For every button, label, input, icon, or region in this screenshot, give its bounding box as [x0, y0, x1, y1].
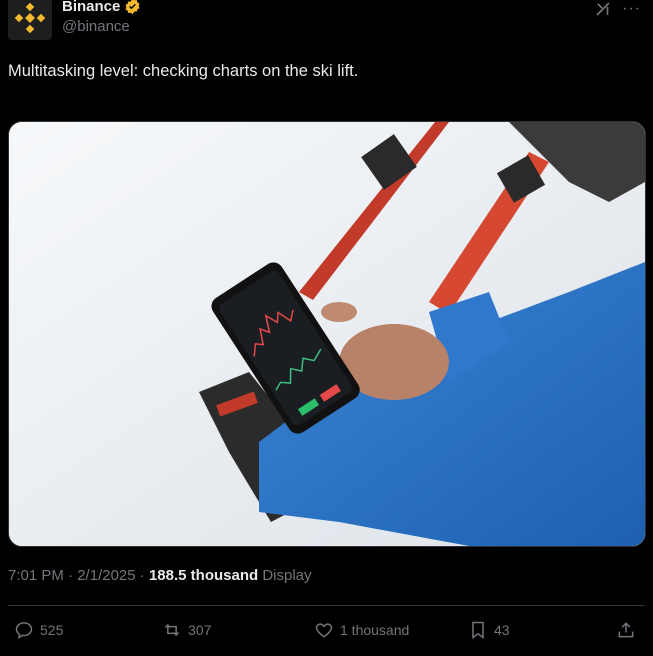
tweet-text: Multitasking level: checking charts on t…: [8, 62, 359, 80]
reply-button[interactable]: 525: [14, 620, 63, 640]
like-button[interactable]: 1 thousand: [314, 620, 409, 640]
divider: [8, 605, 645, 606]
tweet-meta: 7:01 PM · 2/1/2025 · 188.5 thousand Disp…: [8, 567, 312, 584]
meta-separator: ·: [63, 567, 78, 584]
header-icons: ···: [594, 0, 641, 18]
like-count: 1 thousand: [340, 622, 410, 638]
avatar[interactable]: [8, 0, 52, 40]
views-label: Display: [258, 567, 312, 584]
action-bar: 525 307 1 thousand 43: [14, 620, 640, 646]
author-names: Binance @binance: [62, 0, 141, 35]
more-icon[interactable]: ···: [622, 1, 641, 17]
grok-icon[interactable]: [594, 0, 612, 18]
meta-separator: ·: [135, 567, 149, 584]
repost-count: 307: [188, 622, 212, 638]
repost-icon: [164, 623, 180, 637]
like-icon: [315, 623, 333, 638]
share-icon: [618, 622, 634, 638]
bookmark-count: 43: [494, 622, 510, 638]
author-name[interactable]: Binance: [62, 0, 120, 15]
verified-badge-icon: [125, 0, 140, 15]
binance-logo-icon: [14, 2, 46, 34]
reply-count: 525: [40, 622, 64, 638]
tweet-date[interactable]: 2/1/2025: [77, 567, 135, 584]
tweet-header: Binance @binance ···: [8, 0, 645, 46]
tweet-photo[interactable]: [8, 121, 646, 547]
repost-button[interactable]: 307: [162, 620, 211, 640]
tweet-time[interactable]: 7:01 PM: [8, 567, 64, 584]
author-handle[interactable]: @binance: [62, 18, 141, 35]
bookmark-button[interactable]: 43: [468, 620, 510, 640]
author-name-row[interactable]: Binance: [62, 0, 141, 15]
photo-skier-phone: [9, 122, 645, 546]
reply-icon: [15, 622, 33, 639]
view-count: 188.5 thousand: [148, 567, 259, 584]
share-button[interactable]: [616, 620, 636, 640]
bookmark-icon: [472, 621, 484, 639]
